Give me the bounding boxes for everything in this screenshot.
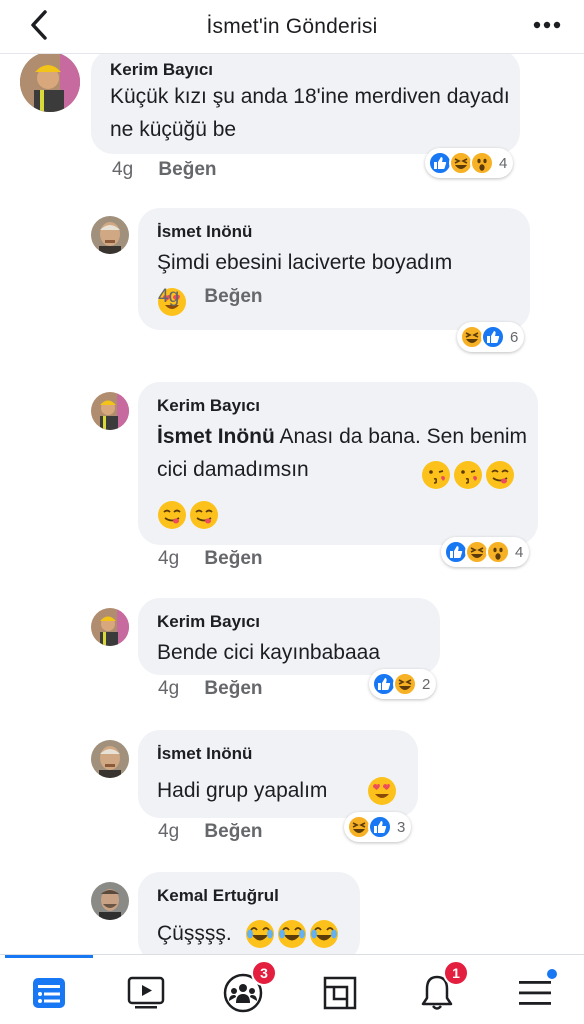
comment-bubble[interactable]: Kerim Bayıcı Küçük kızı şu anda 18'ine m… [91,54,520,154]
comment: Kerim Bayıcı İsmet Inönü Anası da bana. … [0,382,584,582]
yum-emoji-icon [485,460,515,495]
avatar[interactable] [91,608,129,646]
comment-bubble[interactable]: İsmet Inönü Hadi grup yapalım [138,730,418,818]
wow-reaction-icon [470,151,494,175]
like-button[interactable]: Beğen [204,286,262,307]
wow-reaction-icon [486,540,510,564]
notifications-badge: 1 [443,960,469,986]
haha-reaction-icon [393,672,417,696]
comment-bubble[interactable]: Kemal Ertuğrul Çüşşşş. [138,872,360,954]
reaction-count: 3 [397,818,406,836]
comment-time[interactable]: 4g [158,548,179,569]
comment-author[interactable]: İsmet Inönü [157,222,252,242]
reaction-count: 4 [515,543,524,561]
comment-text: Küçük kızı şu anda 18'ine merdiven dayad… [110,85,510,141]
reaction-summary[interactable]: 3 [344,812,412,842]
joy-emoji-icon [277,919,307,954]
like-button[interactable]: Beğen [204,548,262,569]
reaction-summary[interactable]: 2 [369,669,437,699]
yum-emoji-icon [189,500,219,535]
comment-meta: 4g Beğen [112,159,217,181]
comment: İsmet Inönü Hadi grup yapalım 4g Beğen 3 [0,730,584,860]
reaction-count: 4 [499,154,508,172]
kiss-emoji-icon [421,460,451,495]
comment-text: Bende cici kayınbabaaa [157,641,380,664]
comment-author[interactable]: Kerim Bayıcı [110,60,213,80]
reaction-count: 2 [422,675,431,693]
comment-time[interactable]: 4g [158,678,179,699]
reaction-count: 6 [510,328,519,346]
groups-icon[interactable]: 3 [213,960,277,1023]
more-dots-icon[interactable] [532,10,562,40]
comment-meta: 4g Beğen [158,548,263,570]
like-reaction-icon [481,325,505,349]
avatar[interactable] [91,392,129,430]
comment: Kemal Ertuğrul Çüşşşş. [0,872,584,954]
reaction-summary[interactable]: 4 [425,148,514,178]
comment-time[interactable]: 4g [158,821,179,842]
comment-bubble[interactable]: Kerim Bayıcı Bende cici kayınbabaaa [138,598,440,675]
kiss-emoji-icon [453,460,483,495]
comment-bubble[interactable]: İsmet Inönü Şimdi ebesini laciverte boya… [138,208,530,330]
groups-badge: 3 [251,960,277,986]
comment-time[interactable]: 4g [112,159,133,180]
heart-eyes-emoji-icon [367,776,397,811]
watch-video-icon[interactable] [116,963,176,1023]
comment-author[interactable]: Kemal Ertuğrul [157,886,279,906]
like-button[interactable]: Beğen [204,821,262,842]
header-bar: İsmet'in Gönderisi [0,0,584,54]
chevron-left-icon[interactable] [22,8,56,42]
marketplace-icon[interactable] [310,963,370,1023]
avatar[interactable] [20,54,80,112]
active-tab-indicator [5,955,93,958]
comment: Kerim Bayıcı Bende cici kayınbabaaa 4g B… [0,598,584,708]
comment-meta: 4g Beğen [158,821,263,843]
comment-text: Şimdi ebesini laciverte boyadım [157,251,453,274]
like-button[interactable]: Beğen [204,678,262,699]
comment-thread: Kerim Bayıcı Küçük kızı şu anda 18'ine m… [0,54,584,954]
joy-emoji-icon [309,919,339,954]
comment-text: Hadi grup yapalım [157,779,328,802]
comment-meta: 4g Beğen [158,678,263,700]
page-title: İsmet'in Gönderisi [206,14,378,38]
comment: Kerim Bayıcı Küçük kızı şu anda 18'ine m… [0,54,584,184]
like-reaction-icon [368,815,392,839]
menu-notification-dot [545,967,559,981]
comment-bubble[interactable]: Kerim Bayıcı İsmet Inönü Anası da bana. … [138,382,538,545]
like-button[interactable]: Beğen [158,159,216,180]
comment-meta: 4g Beğen [158,286,263,308]
joy-emoji-icon [245,919,275,954]
reaction-summary[interactable]: 6 [457,322,525,352]
comment-author[interactable]: Kerim Bayıcı [157,612,260,632]
reaction-summary[interactable]: 4 [441,537,530,567]
comment-time[interactable]: 4g [158,286,179,307]
bottom-tab-bar: 3 1 [0,954,584,1024]
yum-emoji-icon [157,500,187,535]
avatar[interactable] [91,882,129,920]
comment: İsmet Inönü Şimdi ebesini laciverte boya… [0,206,584,366]
notifications-bell-icon[interactable]: 1 [407,960,469,1023]
comment-author[interactable]: Kerim Bayıcı [157,396,260,416]
avatar[interactable] [91,216,129,254]
comment-text: Çüşşşş. [157,922,232,945]
news-feed-icon[interactable] [19,963,79,1023]
menu-hamburger-icon[interactable] [505,963,565,1023]
avatar[interactable] [91,740,129,778]
comment-author[interactable]: İsmet Inönü [157,744,252,764]
mention-link[interactable]: İsmet Inönü [157,425,275,448]
